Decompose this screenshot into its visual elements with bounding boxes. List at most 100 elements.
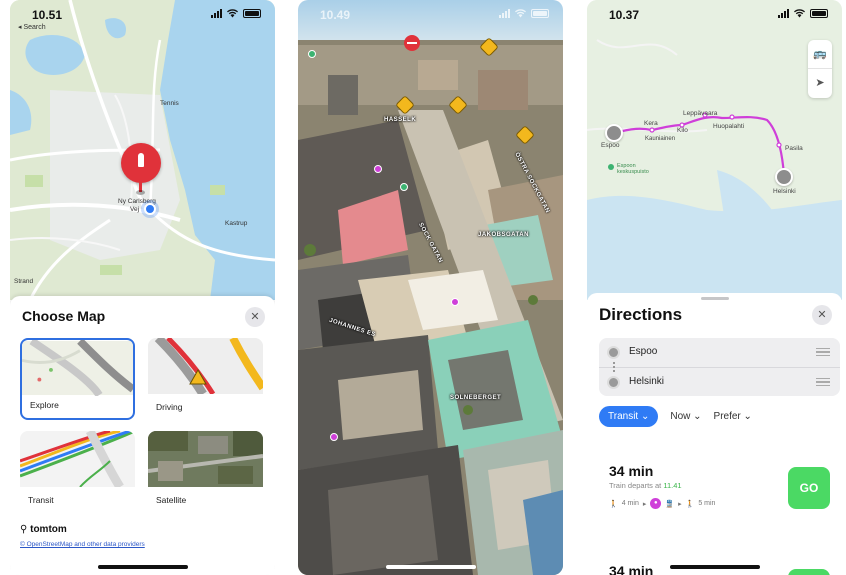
walk-start-duration: 4 min — [621, 500, 639, 507]
map-view[interactable]: Espoo Helsinki Kera Kauniainen Kilo Lepp… — [587, 0, 842, 300]
status-bar: 10.49 — [298, 6, 563, 28]
route-filters: Transit ⌄ Now ⌄ Prefer ⌄ — [599, 406, 752, 427]
go-button[interactable]: GO — [788, 467, 830, 509]
battery-icon — [243, 9, 261, 18]
map-label-huopalahti: Huopalahti — [713, 123, 745, 130]
choose-map-sheet: Choose Map ✕ Explore Driving Transit Sat… — [10, 296, 275, 575]
map-label-strand: Strand — [14, 278, 34, 285]
map-type-transit[interactable]: Transit — [20, 431, 135, 513]
destination-text: Helsinki — [629, 376, 665, 387]
directions-sheet: Directions ✕ Espoo Helsinki Transit ⌄ No… — [587, 293, 842, 575]
directions-screen: Espoo Helsinki Kera Kauniainen Kilo Lepp… — [587, 0, 842, 575]
sheet-title: Choose Map — [22, 308, 106, 324]
map-label-leppavaara: Leppävaara — [683, 110, 718, 117]
attribution-link[interactable]: © OpenStreetMap and other data providers — [20, 541, 145, 548]
reorder-handle-icon[interactable] — [816, 348, 830, 356]
map-label-espoo: Espoo — [601, 142, 620, 149]
wifi-icon — [227, 9, 238, 18]
origin-row[interactable]: Espoo — [599, 338, 840, 367]
map-type-satellite[interactable]: Satellite — [148, 431, 263, 513]
current-location-dot — [144, 203, 156, 215]
map-label-kilo: Kilo — [677, 127, 688, 134]
map-type-label: Transit — [28, 495, 54, 505]
flyover-3d-screen: HASSELK JAKOBSGATAN SOCK GATAN ÖSTRA SOC… — [298, 0, 563, 575]
pin-label-line2: Vej — [130, 206, 140, 213]
map-label-tennis: Tennis — [160, 100, 179, 107]
map-view[interactable]: Tennis Kastrup Strand Ny Carlsberg Vej — [10, 0, 275, 300]
map-label-kera: Kera — [644, 120, 658, 127]
prefer-filter-button[interactable]: Prefer ⌄ — [714, 411, 752, 422]
cellular-signal-icon — [211, 9, 222, 18]
sheet-title: Directions — [599, 305, 683, 324]
origin-icon — [607, 346, 620, 359]
walk-end-duration: 5 min — [698, 500, 716, 507]
shop-poi-icon[interactable] — [374, 165, 382, 173]
map-label-espoon-keskuspuisto: Espoon keskuspuisto — [617, 163, 649, 175]
no-entry-sign-icon[interactable] — [404, 35, 420, 51]
transit-filter-button[interactable]: Transit ⌄ — [599, 406, 659, 427]
home-indicator[interactable] — [669, 565, 760, 569]
shop-poi-icon[interactable] — [451, 298, 459, 306]
departure-label: Train departs at — [609, 481, 662, 490]
status-time: 10.49 — [320, 8, 351, 22]
walk-icon: 🚶 — [685, 500, 695, 508]
street-label: JAKOBSGATAN — [478, 232, 529, 238]
leg-separator-icon: ▸ — [678, 500, 682, 508]
origin-text: Espoo — [629, 346, 658, 357]
pin-shadow — [136, 190, 145, 195]
status-time: 10.37 — [609, 8, 640, 22]
train-icon: 🚆 — [665, 500, 675, 508]
route-connector — [613, 362, 615, 372]
shop-poi-icon[interactable] — [330, 433, 338, 441]
destination-row[interactable]: Helsinki — [599, 367, 840, 396]
park-poi-icon[interactable] — [400, 183, 408, 191]
helsinki-marker-icon[interactable] — [775, 168, 793, 186]
map-type-label: Driving — [156, 402, 183, 412]
cellular-signal-icon — [499, 9, 510, 18]
map-type-explore[interactable]: Explore — [20, 338, 135, 420]
street-label: SOLNEBERGET — [450, 395, 502, 401]
street-label: HASSELK — [384, 117, 417, 123]
park-poi-icon[interactable] — [308, 50, 316, 58]
go-button[interactable] — [788, 569, 830, 575]
choose-map-screen: Tennis Kastrup Strand Ny Carlsberg Vej 1… — [10, 0, 275, 575]
satellite-thumbnail — [148, 431, 263, 487]
explore-thumbnail — [22, 340, 133, 396]
map-label-helsinki: Helsinki — [773, 188, 796, 195]
map-type-label: Satellite — [156, 495, 187, 505]
3d-city-view[interactable] — [298, 0, 563, 575]
map-type-label: Explore — [30, 400, 59, 410]
wifi-icon — [794, 9, 805, 18]
transit-mode-icon[interactable]: 🚌 — [808, 40, 832, 69]
pin-icon: ⚲ — [20, 524, 28, 535]
battery-icon — [810, 9, 828, 18]
map-label-pasila: Pasila — [785, 145, 803, 152]
reorder-handle-icon[interactable] — [816, 378, 830, 386]
driving-thumbnail — [148, 338, 263, 394]
home-indicator[interactable] — [385, 565, 476, 569]
route-endpoints: Espoo Helsinki — [599, 338, 840, 396]
espoo-marker-icon[interactable] — [605, 124, 623, 142]
location-arrow-icon[interactable]: ➤ — [808, 69, 832, 98]
location-pin-icon[interactable] — [121, 143, 161, 183]
sheet-grabber[interactable] — [700, 297, 729, 300]
destination-icon — [607, 376, 620, 389]
status-bar: 10.37 — [587, 6, 842, 28]
time-filter-button[interactable]: Now ⌄ — [670, 411, 701, 422]
close-button[interactable]: ✕ — [245, 307, 265, 327]
provider-name: tomtom — [30, 524, 67, 535]
tomtom-logo: ⚲ tomtom — [20, 524, 67, 535]
train-line-icon: ● — [650, 498, 662, 509]
battery-icon — [531, 9, 549, 18]
close-button[interactable]: ✕ — [812, 305, 832, 325]
departure-time: 11.41 — [663, 481, 682, 490]
status-time: 10.51 — [32, 8, 63, 22]
map-type-driving[interactable]: Driving — [148, 338, 263, 420]
map-controls: 🚌 ➤ — [808, 40, 832, 98]
home-indicator[interactable] — [97, 565, 188, 569]
wifi-icon — [515, 9, 526, 18]
cellular-signal-icon — [778, 9, 789, 18]
map-label-kauniainen: Kauniainen — [645, 136, 676, 142]
leg-separator-icon: ▸ — [642, 500, 647, 508]
back-to-search-link[interactable]: ◂ Search — [18, 23, 46, 31]
